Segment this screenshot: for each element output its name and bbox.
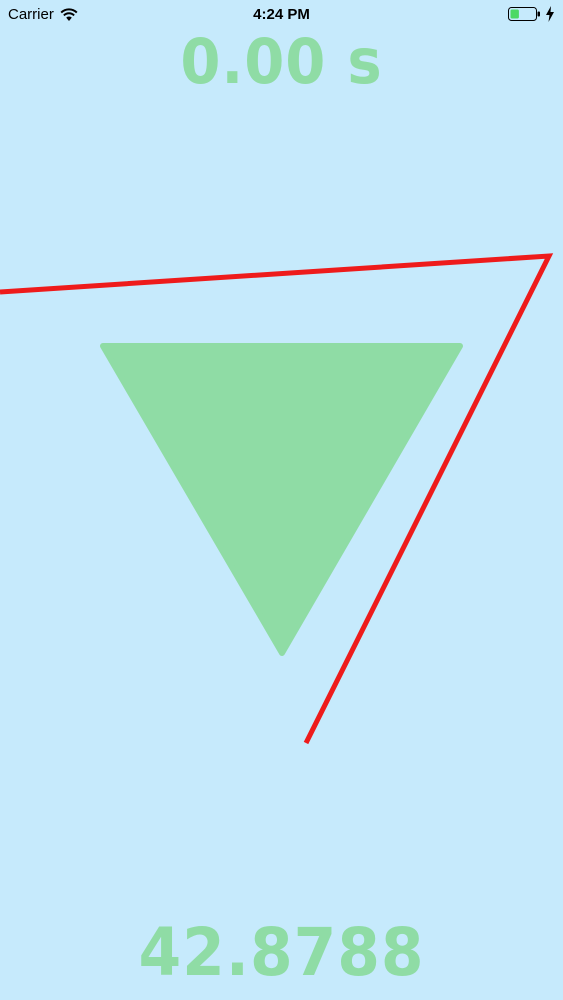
charging-bolt-icon: [545, 6, 555, 22]
target-triangle: [100, 343, 463, 656]
score-value: 42.8788: [138, 914, 425, 991]
game-playfield[interactable]: [0, 0, 563, 1000]
battery-group: [508, 6, 555, 22]
battery-icon: [508, 6, 541, 22]
elapsed-timer: 0.00 s: [180, 25, 383, 98]
clock-time: 4:24 PM: [253, 6, 310, 23]
